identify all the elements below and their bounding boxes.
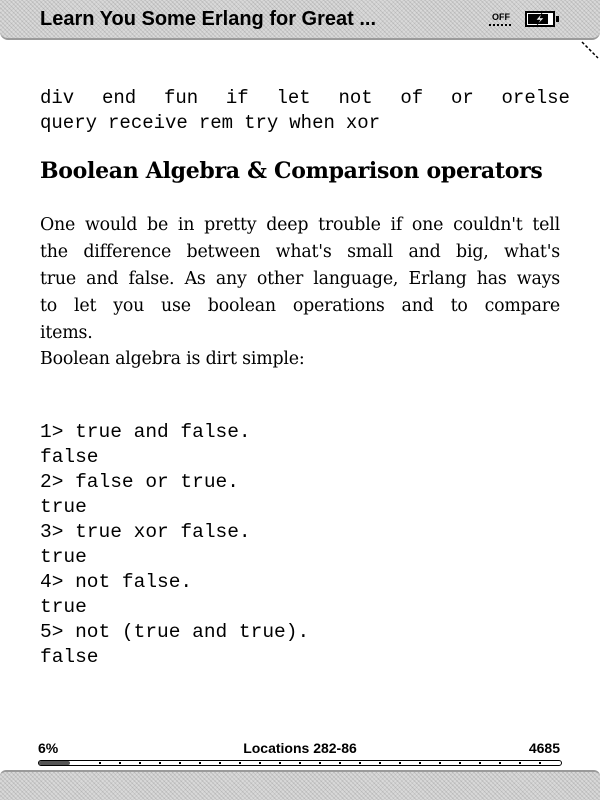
total-locations: 4685 [528, 740, 560, 756]
code-line: 3> true xor false. [40, 521, 251, 543]
keyword-let: let [276, 87, 311, 109]
keyword-fun: fun [163, 87, 199, 109]
keyword-not: not [338, 87, 373, 109]
code-example: 1> true and false. false 2> false or true.… [40, 420, 309, 670]
reading-progress-bar[interactable] [38, 760, 562, 766]
kindle-reader-screen: Learn You Some Erlang for Great ... OFF … [0, 0, 600, 800]
keywords-line-2: query receive rem try when xor [40, 111, 570, 136]
code-line: 2> false or true. [40, 471, 239, 493]
paragraph-line: items. [40, 323, 93, 343]
reserved-keywords-list: div end fun if let not of or orelse query receive… [40, 86, 570, 136]
bookmark-corner-icon[interactable] [580, 40, 600, 60]
bottom-frame [0, 770, 600, 800]
title-bar: Learn You Some Erlang for Great ... OFF [0, 0, 600, 40]
keyword-query: query [40, 112, 98, 134]
keyword-or: or [450, 87, 474, 109]
book-title: Learn You Some Erlang for Great ... [40, 8, 377, 30]
paragraph-line: One would be in pretty deep trouble if o… [40, 215, 560, 235]
keyword-orelse: orelse [501, 87, 570, 109]
keywords-line-1: div end fun if let not of or orelse [40, 86, 570, 111]
code-line: true [40, 596, 87, 618]
location-range: Locations 282-86 [243, 740, 357, 756]
code-line: true [40, 496, 87, 518]
code-line: true [40, 546, 87, 568]
reading-progress-info: 6% Locations 282-86 4685 [0, 740, 600, 758]
progress-fill [39, 761, 71, 765]
paragraph-line: the difference between what's small and … [40, 242, 560, 262]
paragraph-line: to let you use boolean operations and to… [40, 296, 560, 316]
code-line: 5> not (true and true). [40, 621, 310, 643]
section-heading: Boolean Algebra & Comparison operators [40, 158, 543, 184]
code-line: 1> true and false. [40, 421, 251, 443]
wireless-status-icon: OFF [489, 12, 513, 26]
paragraph-line: true and false. As any other language, E… [40, 269, 560, 289]
keyword-of: of [400, 87, 424, 109]
body-paragraph: One would be in pretty deep trouble if o… [40, 212, 560, 347]
keyword-rem: rem [198, 112, 234, 134]
code-line: 4> not false. [40, 571, 193, 593]
battery-charging-icon [525, 11, 559, 27]
keyword-try: try [244, 112, 279, 134]
keyword-receive: receive [108, 112, 188, 134]
keyword-div: div [40, 87, 75, 109]
keyword-end: end [101, 87, 137, 109]
code-line: false [40, 446, 99, 468]
keyword-if: if [225, 87, 249, 109]
wireless-status-label: OFF [492, 12, 510, 22]
intro-text: Boolean algebra is dirt simple: [40, 349, 305, 369]
wireless-signal-dots [489, 24, 513, 26]
code-line: false [40, 646, 99, 668]
keyword-when: when [289, 112, 335, 134]
keyword-xor: xor [345, 112, 381, 134]
chapter-ticks [99, 762, 553, 764]
